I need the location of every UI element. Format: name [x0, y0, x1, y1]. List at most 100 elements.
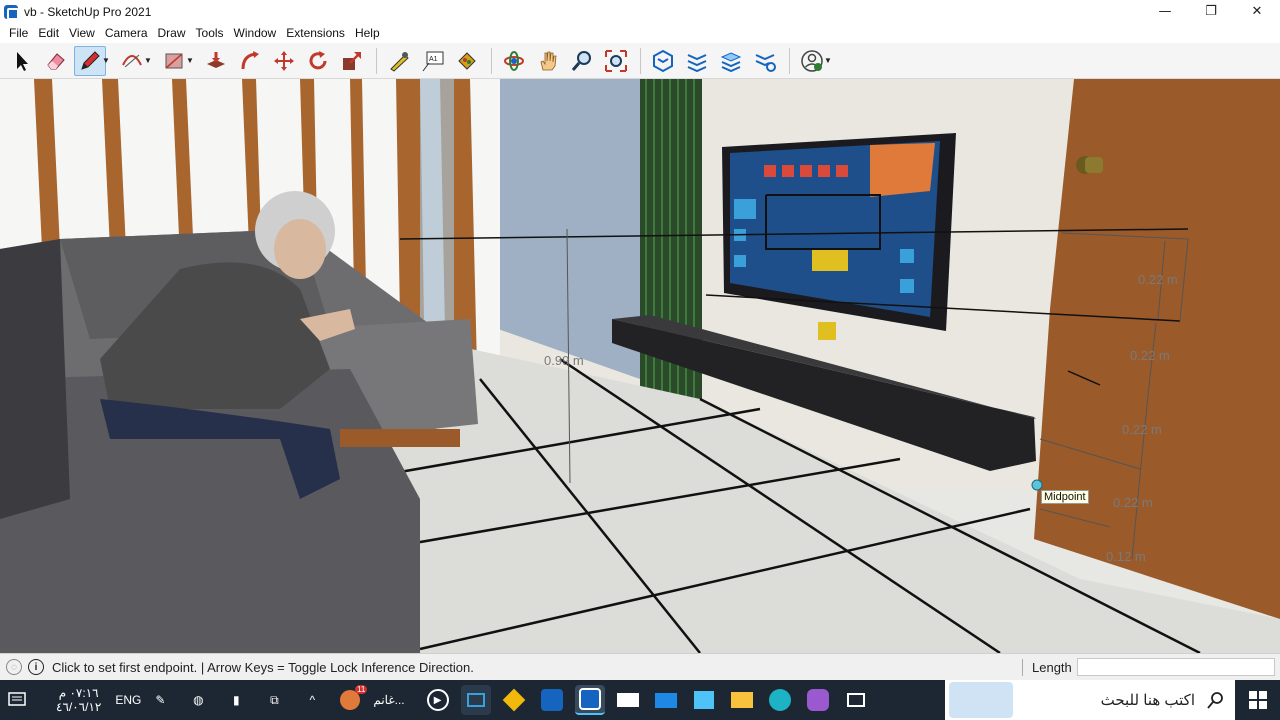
extension-warehouse-tool[interactable]: [681, 46, 713, 76]
scale-tool[interactable]: [336, 46, 368, 76]
menu-help[interactable]: Help: [350, 23, 385, 43]
app-mail-icon[interactable]: [651, 685, 681, 715]
maximize-button[interactable]: ❐: [1188, 0, 1234, 23]
account-icon: [801, 49, 823, 72]
window-title: vb - SketchUp Pro 2021: [24, 4, 152, 19]
dimension-label[interactable]: 0.22 m: [1113, 495, 1153, 510]
paint-bucket-icon: [458, 51, 476, 70]
dimension-label[interactable]: 0.22 m: [1130, 348, 1170, 363]
pen-icon[interactable]: ✎: [145, 685, 175, 715]
drawing-viewport[interactable]: 0.99 m 0.22 m 0.22 m 0.22 m 0.22 m 0.12 …: [0, 79, 1280, 653]
extension-warehouse-icon: [687, 53, 707, 72]
menu-bar: File Edit View Camera Draw Tools Window …: [0, 23, 1280, 43]
menu-tools[interactable]: Tools: [191, 23, 229, 43]
extension-manager-tool[interactable]: [749, 46, 781, 76]
orbit-tool[interactable]: [498, 46, 530, 76]
toolbar-separator: [640, 47, 641, 74]
rotate-tool[interactable]: [302, 46, 334, 76]
pencil-icon: [81, 50, 100, 70]
measurements-label: Length: [1032, 660, 1072, 675]
network-icon[interactable]: ⧉: [259, 685, 289, 715]
menu-extensions[interactable]: Extensions: [281, 23, 350, 43]
window-label[interactable]: غانم...: [373, 693, 404, 707]
warehouse-tool[interactable]: [647, 46, 679, 76]
dimension-label[interactable]: 0.22 m: [1122, 422, 1162, 437]
arrow-cursor-icon: [17, 51, 28, 71]
svg-text:A1: A1: [429, 56, 438, 63]
extension-manager-icon: [755, 53, 776, 72]
follow-me-icon: [241, 50, 259, 69]
push-pull-tool[interactable]: [200, 46, 232, 76]
zoom-tool[interactable]: [566, 46, 598, 76]
app-sketchup-icon[interactable]: [537, 685, 567, 715]
dimension-label[interactable]: 0.99 m: [544, 353, 584, 368]
weather-widget-icon[interactable]: 11: [335, 685, 368, 715]
windows-logo-icon: [1248, 691, 1267, 709]
layout-tool[interactable]: [715, 46, 747, 76]
rotate-icon: [309, 50, 327, 69]
app-store-icon[interactable]: [689, 685, 719, 715]
app-copilot-icon[interactable]: [803, 685, 833, 715]
app-edge-icon[interactable]: [765, 685, 795, 715]
clock-date: ٤٦/٠٦/١٢: [56, 700, 102, 714]
sketchup-app-icon: [4, 4, 19, 20]
toolbar-separator: [376, 47, 377, 74]
dimension-label[interactable]: 0.12 m: [1106, 549, 1146, 564]
menu-file[interactable]: File: [4, 23, 33, 43]
paint-bucket-tool[interactable]: [451, 46, 483, 76]
account-dropdown-icon[interactable]: ▼: [824, 56, 834, 65]
zoom-extents-icon: [605, 49, 627, 72]
divider: [1022, 659, 1023, 676]
scene-render: [0, 79, 1280, 653]
eraser-tool[interactable]: [40, 46, 72, 76]
globe-icon[interactable]: ◍: [183, 685, 213, 715]
eraser-icon: [47, 52, 65, 69]
task-view-icon[interactable]: [841, 685, 871, 715]
status-bar: ◌ i Click to set first endpoint. | Arrow…: [0, 653, 1280, 680]
app-screen-recorder-icon[interactable]: [460, 685, 491, 715]
text-tool[interactable]: A1: [417, 46, 449, 76]
clock[interactable]: ٠٧:١٦ م ٤٦/٠٦/١٢: [56, 686, 101, 714]
title-bar: vb - SketchUp Pro 2021 — ❐ ✕: [0, 0, 1280, 23]
arc-tool-dropdown-icon[interactable]: ▼: [144, 56, 154, 65]
app-tradingview-icon[interactable]: [613, 685, 643, 715]
menu-edit[interactable]: Edit: [33, 23, 64, 43]
info-icon[interactable]: i: [28, 659, 44, 675]
dimension-label[interactable]: 0.22 m: [1138, 272, 1178, 287]
menu-window[interactable]: Window: [229, 23, 282, 43]
notification-center-icon[interactable]: [4, 685, 30, 715]
geolocation-icon[interactable]: ◌: [6, 659, 22, 675]
media-player-icon[interactable]: ▶: [423, 685, 453, 715]
search-placeholder: اكتب هنا للبحث: [1100, 692, 1195, 709]
app-file-explorer-icon[interactable]: [727, 685, 757, 715]
toolbar-separator: [491, 47, 492, 74]
follow-me-tool[interactable]: [234, 46, 266, 76]
menu-view[interactable]: View: [64, 23, 100, 43]
close-button[interactable]: ✕: [1234, 0, 1280, 23]
menu-draw[interactable]: Draw: [153, 23, 191, 43]
language-indicator[interactable]: ENG: [115, 693, 141, 707]
rectangle-icon: [165, 52, 183, 69]
warehouse-icon: [653, 49, 673, 72]
move-tool[interactable]: [268, 46, 300, 76]
line-tool-dropdown-icon[interactable]: ▼: [102, 56, 112, 65]
taskbar-search-box[interactable]: اكتب هنا للبحث: [945, 680, 1235, 720]
menu-camera[interactable]: Camera: [100, 23, 153, 43]
windows-start-button[interactable]: [1235, 680, 1280, 720]
select-tool[interactable]: [6, 46, 38, 76]
app-sketchup-active-icon[interactable]: [574, 685, 605, 715]
app-binance-icon[interactable]: [499, 685, 529, 715]
search-highlight-icon: [949, 682, 1013, 718]
shape-tool-dropdown-icon[interactable]: ▼: [186, 56, 196, 65]
microphone-icon[interactable]: ▮: [221, 685, 251, 715]
tape-measure-tool[interactable]: [383, 46, 415, 76]
zoom-extents-tool[interactable]: [600, 46, 632, 76]
scale-icon: [343, 51, 361, 70]
minimize-button[interactable]: —: [1142, 0, 1188, 23]
status-message: Click to set first endpoint. | Arrow Key…: [52, 659, 474, 675]
pan-tool[interactable]: [532, 46, 564, 76]
large-tool-set: ▼ ▼ ▼ A1 ▼: [0, 43, 1280, 79]
measurements-input[interactable]: [1077, 658, 1275, 676]
hand-icon: [540, 51, 557, 70]
chevron-up-icon[interactable]: ^: [297, 685, 327, 715]
